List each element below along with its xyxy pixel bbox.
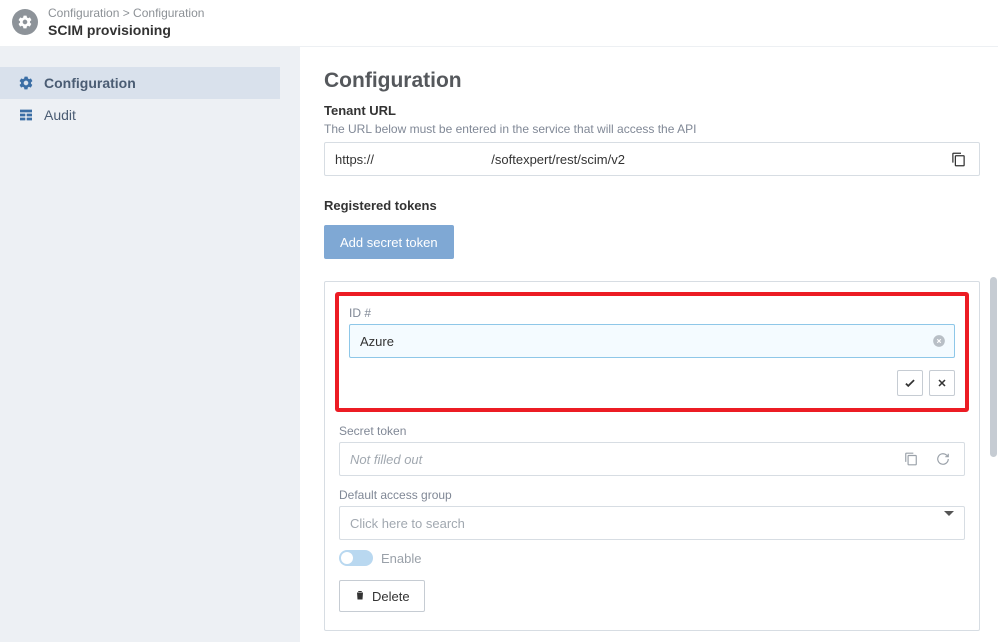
id-input[interactable] [349,324,955,358]
scrollbar-thumb[interactable] [990,277,997,457]
section-title: Configuration [324,69,980,93]
delete-button[interactable]: Delete [339,580,425,612]
gear-icon [12,9,38,35]
trash-icon [354,589,366,604]
copy-icon[interactable] [947,148,969,170]
main-content: Configuration Tenant URL The URL below m… [300,47,998,642]
clear-icon[interactable] [931,333,947,349]
table-icon [18,107,34,123]
gear-icon [18,75,34,91]
secret-token-label: Secret token [339,424,965,438]
access-group-placeholder: Click here to search [350,516,944,531]
breadcrumb: Configuration > Configuration [48,6,204,20]
enable-toggle[interactable] [339,550,373,566]
id-highlight-box: ID # [335,292,969,412]
enable-label: Enable [381,551,421,566]
add-secret-token-button[interactable]: Add secret token [324,225,454,259]
tenant-url-label: Tenant URL [324,103,980,118]
sidebar-item-label: Audit [44,107,76,123]
confirm-button[interactable] [897,370,923,396]
secret-token-field[interactable]: Not filled out [339,442,965,476]
secret-token-placeholder: Not filled out [350,452,890,467]
sidebar-item-configuration[interactable]: Configuration [0,67,280,99]
page-header: Configuration > Configuration SCIM provi… [0,0,998,47]
id-label: ID # [349,306,955,320]
chevron-down-icon [944,516,954,531]
refresh-icon[interactable] [932,448,954,470]
tenant-url-help: The URL below must be entered in the ser… [324,122,980,136]
enable-row: Enable [339,550,965,566]
access-group-select[interactable]: Click here to search [339,506,965,540]
tenant-url-value: https:// /softexpert/rest/scim/v2 [335,152,947,167]
sidebar: Configuration Audit [0,47,280,642]
access-group-label: Default access group [339,488,965,502]
tokens-label: Registered tokens [324,198,980,213]
copy-icon[interactable] [900,448,922,470]
cancel-button[interactable] [929,370,955,396]
token-card: ID # [324,281,980,631]
vertical-scrollbar[interactable] [988,47,998,642]
page-title: SCIM provisioning [48,22,204,38]
tenant-url-field[interactable]: https:// /softexpert/rest/scim/v2 [324,142,980,176]
sidebar-item-label: Configuration [44,75,136,91]
sidebar-item-audit[interactable]: Audit [0,99,280,131]
layout-gap [280,47,300,642]
